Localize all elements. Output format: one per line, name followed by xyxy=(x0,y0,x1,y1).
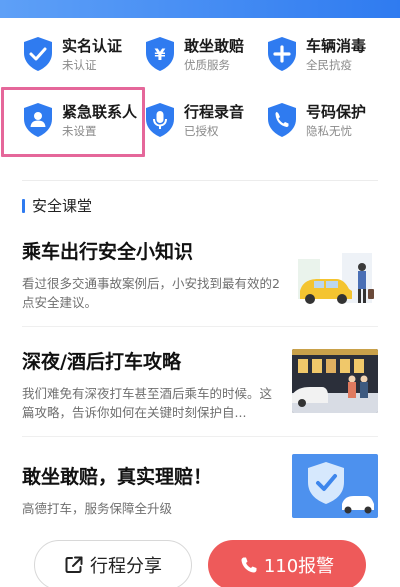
feature-status: 未认证 xyxy=(62,58,97,72)
taxi-illustration xyxy=(292,249,378,313)
divider xyxy=(22,180,378,181)
svg-text:¥: ¥ xyxy=(154,45,165,64)
feature-real-name[interactable]: 实名认证 未认证 xyxy=(22,32,147,86)
article-description: 看过很多交通事故案例后，小安找到最有效的2点安全建议。 xyxy=(22,276,280,310)
feature-title: 号码保护 xyxy=(306,103,367,121)
share-trip-label: 行程分享 xyxy=(90,556,162,577)
night-street-illustration xyxy=(292,349,378,413)
top-banner-strip xyxy=(0,0,400,18)
divider xyxy=(22,436,378,437)
feature-status: 隐私无忧 xyxy=(306,124,352,138)
feature-trip-recording[interactable]: 行程录音 已授权 xyxy=(144,98,269,152)
emergency-contact-highlight-box xyxy=(1,87,145,157)
feature-status: 全民抗疫 xyxy=(306,58,352,72)
phone-icon xyxy=(241,557,257,573)
article-card-1[interactable]: 乘车出行安全小知识 看过很多交通事故案例后，小安找到最有效的2点安全建议。 xyxy=(22,237,378,319)
insurance-shield-illustration xyxy=(292,454,378,518)
section-accent-bar xyxy=(22,198,25,213)
feature-title: 车辆消毒 xyxy=(306,37,367,55)
article-thumbnail xyxy=(292,349,378,413)
article-card-2[interactable]: 深夜/酒后打车攻略 我们难免有深夜打车甚至酒后乘车的时候。这篇攻略，告诉你如何在… xyxy=(22,347,378,429)
call-police-button[interactable]: 110报警 xyxy=(208,540,366,587)
article-description: 高德打车，服务保障全升级 xyxy=(22,501,173,516)
feature-title: 实名认证 xyxy=(62,37,123,55)
call-police-label: 110报警 xyxy=(263,556,335,577)
feature-disinfection[interactable]: 车辆消毒 全民抗疫 xyxy=(266,32,391,86)
share-trip-button[interactable]: 行程分享 xyxy=(34,540,192,587)
share-icon xyxy=(65,556,83,573)
section-header: 安全课堂 xyxy=(22,195,92,216)
section-title: 安全课堂 xyxy=(32,197,93,215)
feature-number-protection[interactable]: 号码保护 隐私无忧 xyxy=(266,98,391,152)
article-description: 我们难免有深夜打车甚至酒后乘车的时候。这篇攻略，告诉你如何在关键时刻保护自... xyxy=(22,386,273,420)
shield-plus-icon xyxy=(268,37,296,71)
shield-check-icon xyxy=(24,37,52,71)
article-thumbnail xyxy=(292,249,378,313)
article-card-3[interactable]: 敢坐敢赔，真实理赔！ 高德打车，服务保障全升级 xyxy=(22,454,378,532)
divider xyxy=(22,326,378,327)
shield-phone-icon xyxy=(268,103,296,137)
feature-title: 敢坐敢赔 xyxy=(184,37,245,55)
feature-guarantee[interactable]: ¥ 敢坐敢赔 优质服务 xyxy=(144,32,269,86)
feature-title: 行程录音 xyxy=(184,103,245,121)
feature-status: 优质服务 xyxy=(184,58,230,72)
shield-yen-icon: ¥ xyxy=(146,37,174,71)
article-thumbnail xyxy=(292,454,378,518)
shield-mic-icon xyxy=(146,103,174,137)
feature-status: 已授权 xyxy=(184,124,219,138)
